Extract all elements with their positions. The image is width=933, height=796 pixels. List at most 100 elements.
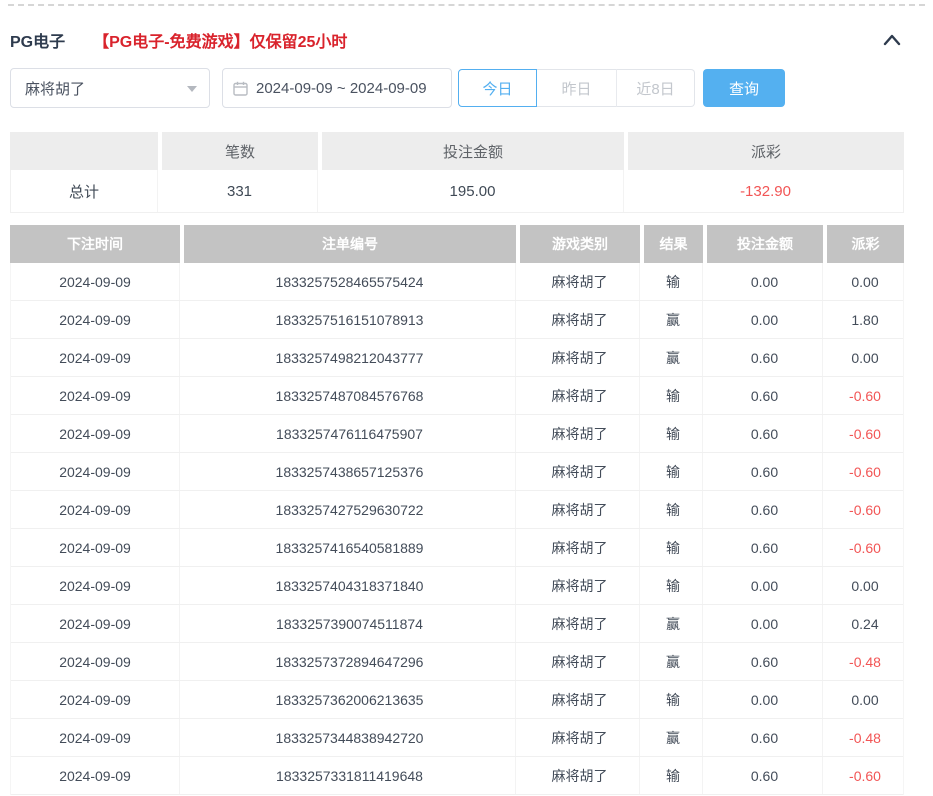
cell-bet-time: 2024-09-09: [11, 643, 180, 680]
cell-order-no: 1833257404318371840: [184, 567, 516, 604]
table-row: 2024-09-09 1833257404318371840 麻将胡了 输 0.…: [11, 567, 903, 605]
cell-bet-time: 2024-09-09: [11, 301, 180, 338]
chevron-up-icon: [883, 34, 901, 46]
cell-game-type: 麻将胡了: [520, 339, 640, 376]
cell-bet-amount: 0.60: [707, 453, 823, 490]
cell-result: 输: [644, 453, 703, 490]
quick-button-last8days[interactable]: 近8日: [616, 69, 695, 107]
filter-bar: 麻将胡了 2024-09-09 ~ 2024-09-09 今日 昨日 近8日 查…: [10, 68, 933, 108]
summary-header-bet-amount: 投注金额: [322, 132, 624, 170]
summary-table-header: 笔数 投注金额 派彩: [10, 132, 904, 170]
cell-game-type: 麻将胡了: [520, 491, 640, 528]
cell-payout: -0.60: [827, 757, 903, 794]
cell-result: 输: [644, 491, 703, 528]
quick-button-yesterday[interactable]: 昨日: [537, 69, 616, 107]
cell-bet-amount: 0.00: [707, 263, 823, 300]
cell-payout: 0.24: [827, 605, 903, 642]
cell-bet-amount: 0.60: [707, 339, 823, 376]
query-button[interactable]: 查询: [703, 69, 785, 107]
cell-game-type: 麻将胡了: [520, 263, 640, 300]
game-type-select-value: 麻将胡了: [25, 78, 85, 99]
cell-bet-time: 2024-09-09: [11, 453, 180, 490]
cell-result: 赢: [644, 605, 703, 642]
calendar-icon: [233, 81, 248, 96]
cell-game-type: 麻将胡了: [520, 757, 640, 794]
cell-payout: -0.60: [827, 415, 903, 452]
cell-order-no: 1833257331811419648: [184, 757, 516, 794]
cell-payout: 1.80: [827, 301, 903, 338]
table-row: 2024-09-09 1833257390074511874 麻将胡了 赢 0.…: [11, 605, 903, 643]
cell-payout: -0.60: [827, 529, 903, 566]
bet-records-table: 下注时间 注单编号 游戏类别 结果 投注金额 派彩 2024-09-09 183…: [10, 225, 904, 795]
summary-table: 笔数 投注金额 派彩 总计 331 195.00 -132.90: [10, 132, 904, 213]
page-title: PG电子: [10, 28, 65, 52]
date-range-input[interactable]: 2024-09-09 ~ 2024-09-09: [222, 68, 452, 108]
date-range-value: 2024-09-09 ~ 2024-09-09: [256, 80, 427, 97]
cell-result: 输: [644, 567, 703, 604]
cell-order-no: 1833257362006213635: [184, 681, 516, 718]
cell-result: 赢: [644, 643, 703, 680]
cell-game-type: 麻将胡了: [520, 643, 640, 680]
chevron-down-icon: [187, 86, 197, 92]
cell-game-type: 麻将胡了: [520, 301, 640, 338]
quick-button-today[interactable]: 今日: [458, 69, 537, 107]
cell-game-type: 麻将胡了: [520, 719, 640, 756]
summary-header-count: 笔数: [162, 132, 318, 170]
bet-table-header: 下注时间 注单编号 游戏类别 结果 投注金额 派彩: [10, 225, 904, 263]
summary-total-row: 总计 331 195.00 -132.90: [11, 170, 903, 212]
table-row: 2024-09-09 1833257416540581889 麻将胡了 输 0.…: [11, 529, 903, 567]
section-header: PG电子 【PG电子-免费游戏】仅保留25小时: [10, 28, 903, 52]
cell-bet-time: 2024-09-09: [11, 567, 180, 604]
cell-payout: -0.48: [827, 719, 903, 756]
cell-bet-time: 2024-09-09: [11, 339, 180, 376]
cell-bet-amount: 0.60: [707, 491, 823, 528]
cell-result: 赢: [644, 719, 703, 756]
cell-order-no: 1833257516151078913: [184, 301, 516, 338]
summary-total-count: 331: [162, 170, 318, 212]
cell-order-no: 1833257344838942720: [184, 719, 516, 756]
cell-payout: 0.00: [827, 567, 903, 604]
cell-result: 输: [644, 377, 703, 414]
game-type-select[interactable]: 麻将胡了: [10, 68, 210, 108]
cell-bet-amount: 0.00: [707, 301, 823, 338]
top-dashed-divider: [8, 4, 925, 6]
cell-bet-time: 2024-09-09: [11, 757, 180, 794]
cell-bet-amount: 0.60: [707, 529, 823, 566]
cell-payout: -0.48: [827, 643, 903, 680]
header-bet-time: 下注时间: [10, 225, 180, 263]
cell-payout: -0.60: [827, 453, 903, 490]
header-game-type: 游戏类别: [520, 225, 640, 263]
cell-bet-amount: 0.00: [707, 567, 823, 604]
cell-bet-amount: 0.60: [707, 643, 823, 680]
cell-order-no: 1833257528465575424: [184, 263, 516, 300]
cell-payout: -0.60: [827, 377, 903, 414]
table-row: 2024-09-09 1833257427529630722 麻将胡了 输 0.…: [11, 491, 903, 529]
page-subtitle: 【PG电子-免费游戏】仅保留25小时: [93, 28, 347, 52]
cell-order-no: 1833257416540581889: [184, 529, 516, 566]
cell-bet-time: 2024-09-09: [11, 605, 180, 642]
cell-result: 输: [644, 757, 703, 794]
cell-order-no: 1833257476116475907: [184, 415, 516, 452]
cell-result: 赢: [644, 339, 703, 376]
cell-game-type: 麻将胡了: [520, 681, 640, 718]
summary-header-payout: 派彩: [628, 132, 904, 170]
cell-game-type: 麻将胡了: [520, 453, 640, 490]
summary-total-bet-amount: 195.00: [322, 170, 624, 212]
header-order-no: 注单编号: [184, 225, 516, 263]
table-row: 2024-09-09 1833257516151078913 麻将胡了 赢 0.…: [11, 301, 903, 339]
collapse-section-button[interactable]: [881, 29, 903, 51]
cell-order-no: 1833257498212043777: [184, 339, 516, 376]
cell-result: 输: [644, 415, 703, 452]
cell-bet-amount: 0.60: [707, 415, 823, 452]
cell-bet-amount: 0.60: [707, 377, 823, 414]
summary-table-body: 总计 331 195.00 -132.90: [10, 170, 904, 213]
cell-order-no: 1833257427529630722: [184, 491, 516, 528]
cell-payout: -0.60: [827, 491, 903, 528]
cell-order-no: 1833257390074511874: [184, 605, 516, 642]
table-row: 2024-09-09 1833257487084576768 麻将胡了 输 0.…: [11, 377, 903, 415]
cell-order-no: 1833257372894647296: [184, 643, 516, 680]
table-row: 2024-09-09 1833257372894647296 麻将胡了 赢 0.…: [11, 643, 903, 681]
page: PG电子 【PG电子-免费游戏】仅保留25小时 麻将胡了 2024-09-09 …: [0, 4, 933, 796]
cell-bet-amount: 0.00: [707, 605, 823, 642]
cell-result: 赢: [644, 301, 703, 338]
